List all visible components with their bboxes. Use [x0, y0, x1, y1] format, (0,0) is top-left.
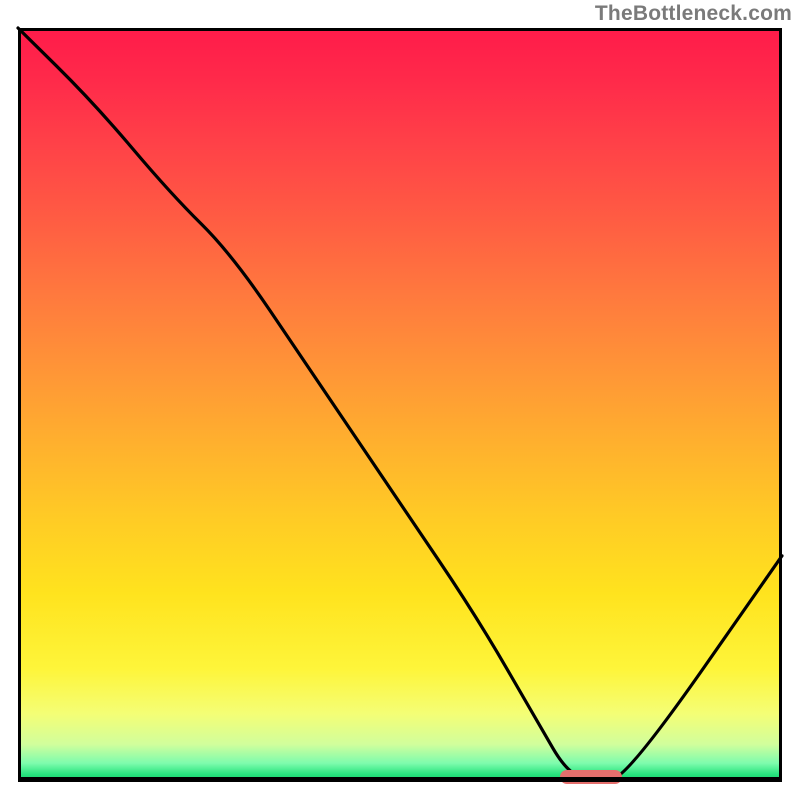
axis-bottom — [18, 777, 782, 782]
bottleneck-curve — [18, 28, 782, 782]
curve-path — [18, 28, 782, 780]
chart-container: TheBottleneck.com — [0, 0, 800, 800]
plot-area — [18, 28, 782, 782]
axis-left — [18, 28, 21, 782]
axis-top — [18, 28, 782, 31]
axis-right — [779, 28, 782, 782]
watermark-label: TheBottleneck.com — [595, 2, 792, 26]
